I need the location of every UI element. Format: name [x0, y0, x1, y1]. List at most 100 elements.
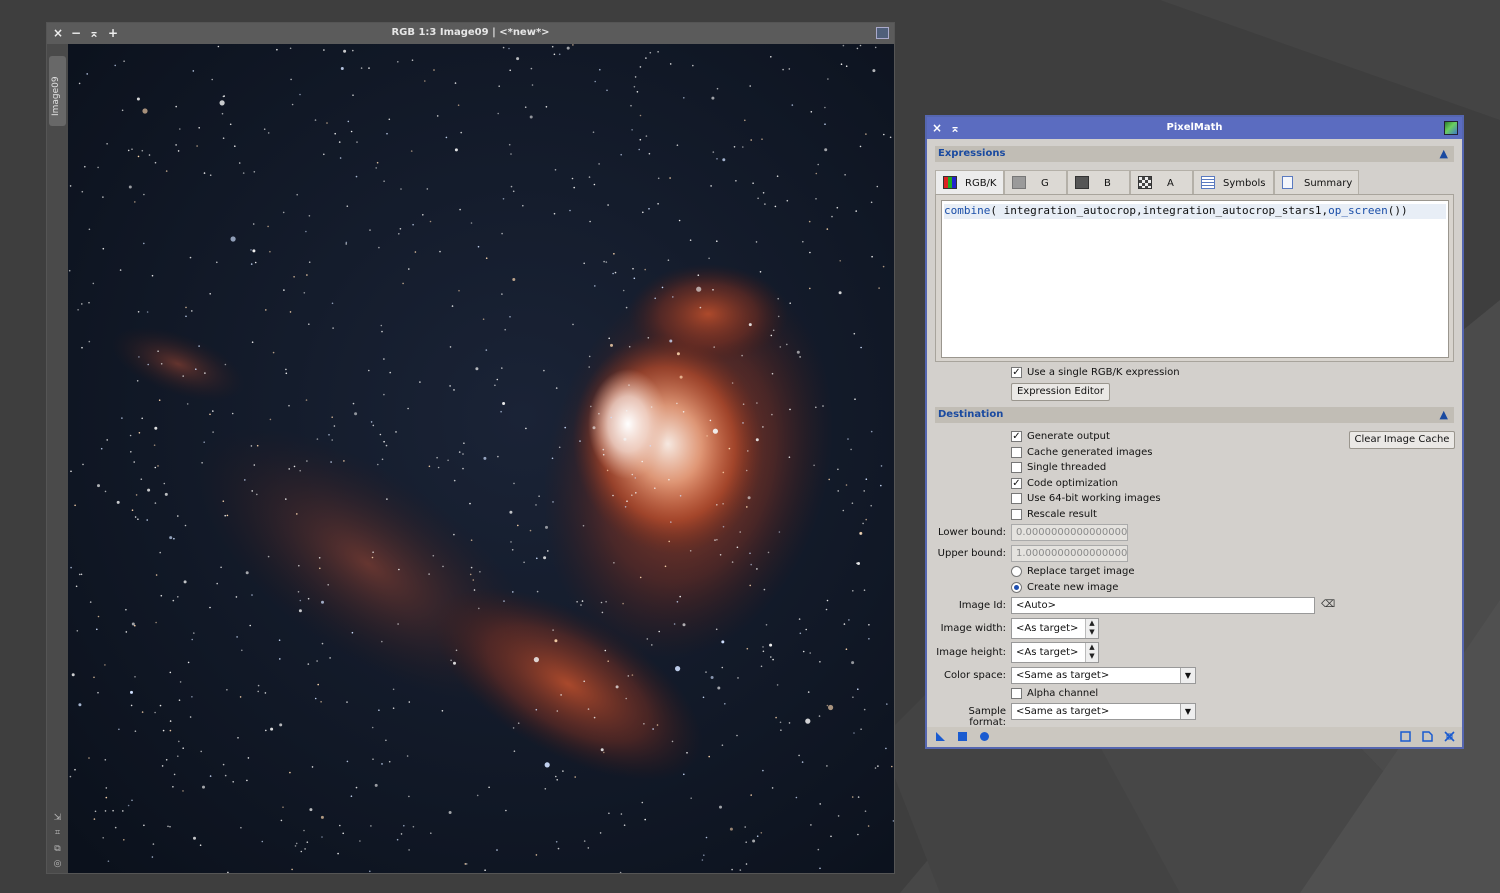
star: [131, 509, 134, 512]
target-icon[interactable]: ◎: [52, 859, 63, 870]
clear-image-cache-button[interactable]: Clear Image Cache: [1349, 431, 1455, 449]
tab-symbols[interactable]: Symbols: [1193, 170, 1274, 194]
generate-output-checkbox[interactable]: ✓: [1011, 431, 1022, 442]
star: [582, 524, 585, 527]
star: [767, 551, 770, 554]
collapse-icon[interactable]: ▲: [1440, 409, 1448, 420]
star: [368, 369, 370, 372]
star: [633, 85, 636, 88]
expressions-section-header[interactable]: Expressions ▲: [935, 146, 1454, 162]
chevron-down-icon[interactable]: ▼: [1180, 668, 1195, 683]
star: [865, 478, 868, 481]
replace-target-radio[interactable]: [1011, 566, 1022, 577]
star: [868, 638, 870, 640]
star: [173, 537, 175, 540]
tab-rgbk[interactable]: RGB/K: [935, 170, 1004, 194]
code-optimization-checkbox[interactable]: ✓: [1011, 478, 1022, 489]
star: [669, 63, 672, 65]
tab-g[interactable]: G: [1004, 170, 1067, 194]
star: [238, 162, 241, 164]
star: [676, 402, 678, 405]
pixelmath-dialog[interactable]: × ⌅ PixelMath Expressions ▲ RGB/K G B A …: [925, 115, 1464, 749]
star: [342, 832, 345, 835]
star: [745, 469, 748, 472]
tab-a[interactable]: A: [1130, 170, 1193, 194]
expression-input[interactable]: combine( integration_autocrop,integratio…: [941, 200, 1449, 358]
preferences-icon[interactable]: [1422, 731, 1433, 742]
apply-icon[interactable]: [979, 731, 990, 742]
image-width-value: <As target>: [1016, 623, 1079, 634]
color-space-select[interactable]: <Same as target> ▼: [1011, 667, 1196, 684]
star: [779, 721, 782, 724]
expression-line[interactable]: combine( integration_autocrop,integratio…: [944, 204, 1446, 219]
star: [380, 324, 383, 327]
star: [525, 427, 527, 430]
image-width-spinbox[interactable]: <As target> ▲ ▼: [1011, 618, 1099, 639]
star: [851, 796, 854, 798]
sample-format-select[interactable]: <Same as target> ▼: [1011, 703, 1196, 720]
star: [81, 303, 83, 305]
star: [623, 437, 627, 441]
pixelmath-footer: [927, 727, 1462, 747]
spin-arrows-icon[interactable]: ▲ ▼: [1085, 619, 1098, 638]
star: [395, 431, 397, 433]
single-threaded-checkbox[interactable]: [1011, 462, 1022, 473]
star: [457, 104, 460, 106]
star: [237, 737, 239, 739]
star: [562, 770, 564, 772]
star: [304, 848, 306, 850]
star: [631, 494, 633, 497]
star: [81, 346, 83, 349]
star: [510, 153, 512, 155]
create-new-radio[interactable]: [1011, 582, 1022, 593]
image-window-titlebar[interactable]: × − ⌅ + RGB 1:3 Image09 | <*new*>: [47, 23, 894, 44]
new-instance-icon[interactable]: [935, 731, 946, 742]
star: [844, 174, 846, 176]
star: [105, 787, 108, 789]
expression-function: combine: [944, 204, 991, 217]
star: [889, 136, 892, 139]
upper-bound-field[interactable]: 1.0000000000000000: [1011, 545, 1128, 562]
process-icon[interactable]: [1444, 121, 1458, 135]
star: [643, 723, 645, 725]
image-window[interactable]: × − ⌅ + RGB 1:3 Image09 | <*new*> Image0…: [46, 22, 895, 874]
alpha-channel-checkbox[interactable]: [1011, 688, 1022, 699]
star: [355, 786, 358, 789]
star: [613, 562, 615, 564]
star: [757, 197, 759, 200]
star: [739, 869, 742, 871]
use-64bit-checkbox[interactable]: [1011, 493, 1022, 504]
tab-b[interactable]: B: [1067, 170, 1130, 194]
star: [636, 91, 639, 93]
star: [251, 341, 254, 344]
lower-bound-field[interactable]: 0.0000000000000000: [1011, 524, 1128, 541]
clear-field-icon[interactable]: ⌫: [1321, 599, 1335, 611]
star: [716, 87, 719, 90]
image-id-tab[interactable]: Image09: [49, 56, 66, 126]
clone-icon[interactable]: ⧉: [52, 844, 63, 855]
star: [796, 350, 800, 354]
destination-section-header[interactable]: Destination ▲: [935, 407, 1454, 423]
crop-icon[interactable]: ⌗: [52, 828, 63, 839]
star: [232, 781, 234, 783]
single-rgbk-checkbox[interactable]: ✓: [1011, 367, 1022, 378]
star: [649, 51, 652, 54]
pixelmath-titlebar[interactable]: × ⌅ PixelMath: [927, 117, 1462, 139]
rescale-result-checkbox[interactable]: [1011, 509, 1022, 520]
image-height-spinbox[interactable]: <As target> ▲ ▼: [1011, 642, 1099, 663]
maximize-icon[interactable]: [876, 27, 889, 39]
chevron-down-icon[interactable]: ▼: [1180, 704, 1195, 719]
image-canvas[interactable]: [68, 44, 894, 873]
tab-summary[interactable]: Summary: [1274, 170, 1359, 194]
browse-documentation-icon[interactable]: [1400, 731, 1411, 742]
star: [293, 465, 296, 468]
expression-editor-button[interactable]: Expression Editor: [1011, 383, 1110, 401]
image-id-field[interactable]: <Auto>: [1011, 597, 1315, 614]
fit-view-icon[interactable]: ⇲: [52, 813, 63, 824]
cache-generated-checkbox[interactable]: [1011, 447, 1022, 458]
collapse-icon[interactable]: ▲: [1440, 148, 1448, 159]
star: [368, 67, 370, 69]
spin-arrows-icon[interactable]: ▲ ▼: [1085, 643, 1098, 662]
apply-global-icon[interactable]: [957, 731, 968, 742]
reset-icon[interactable]: [1444, 731, 1455, 742]
